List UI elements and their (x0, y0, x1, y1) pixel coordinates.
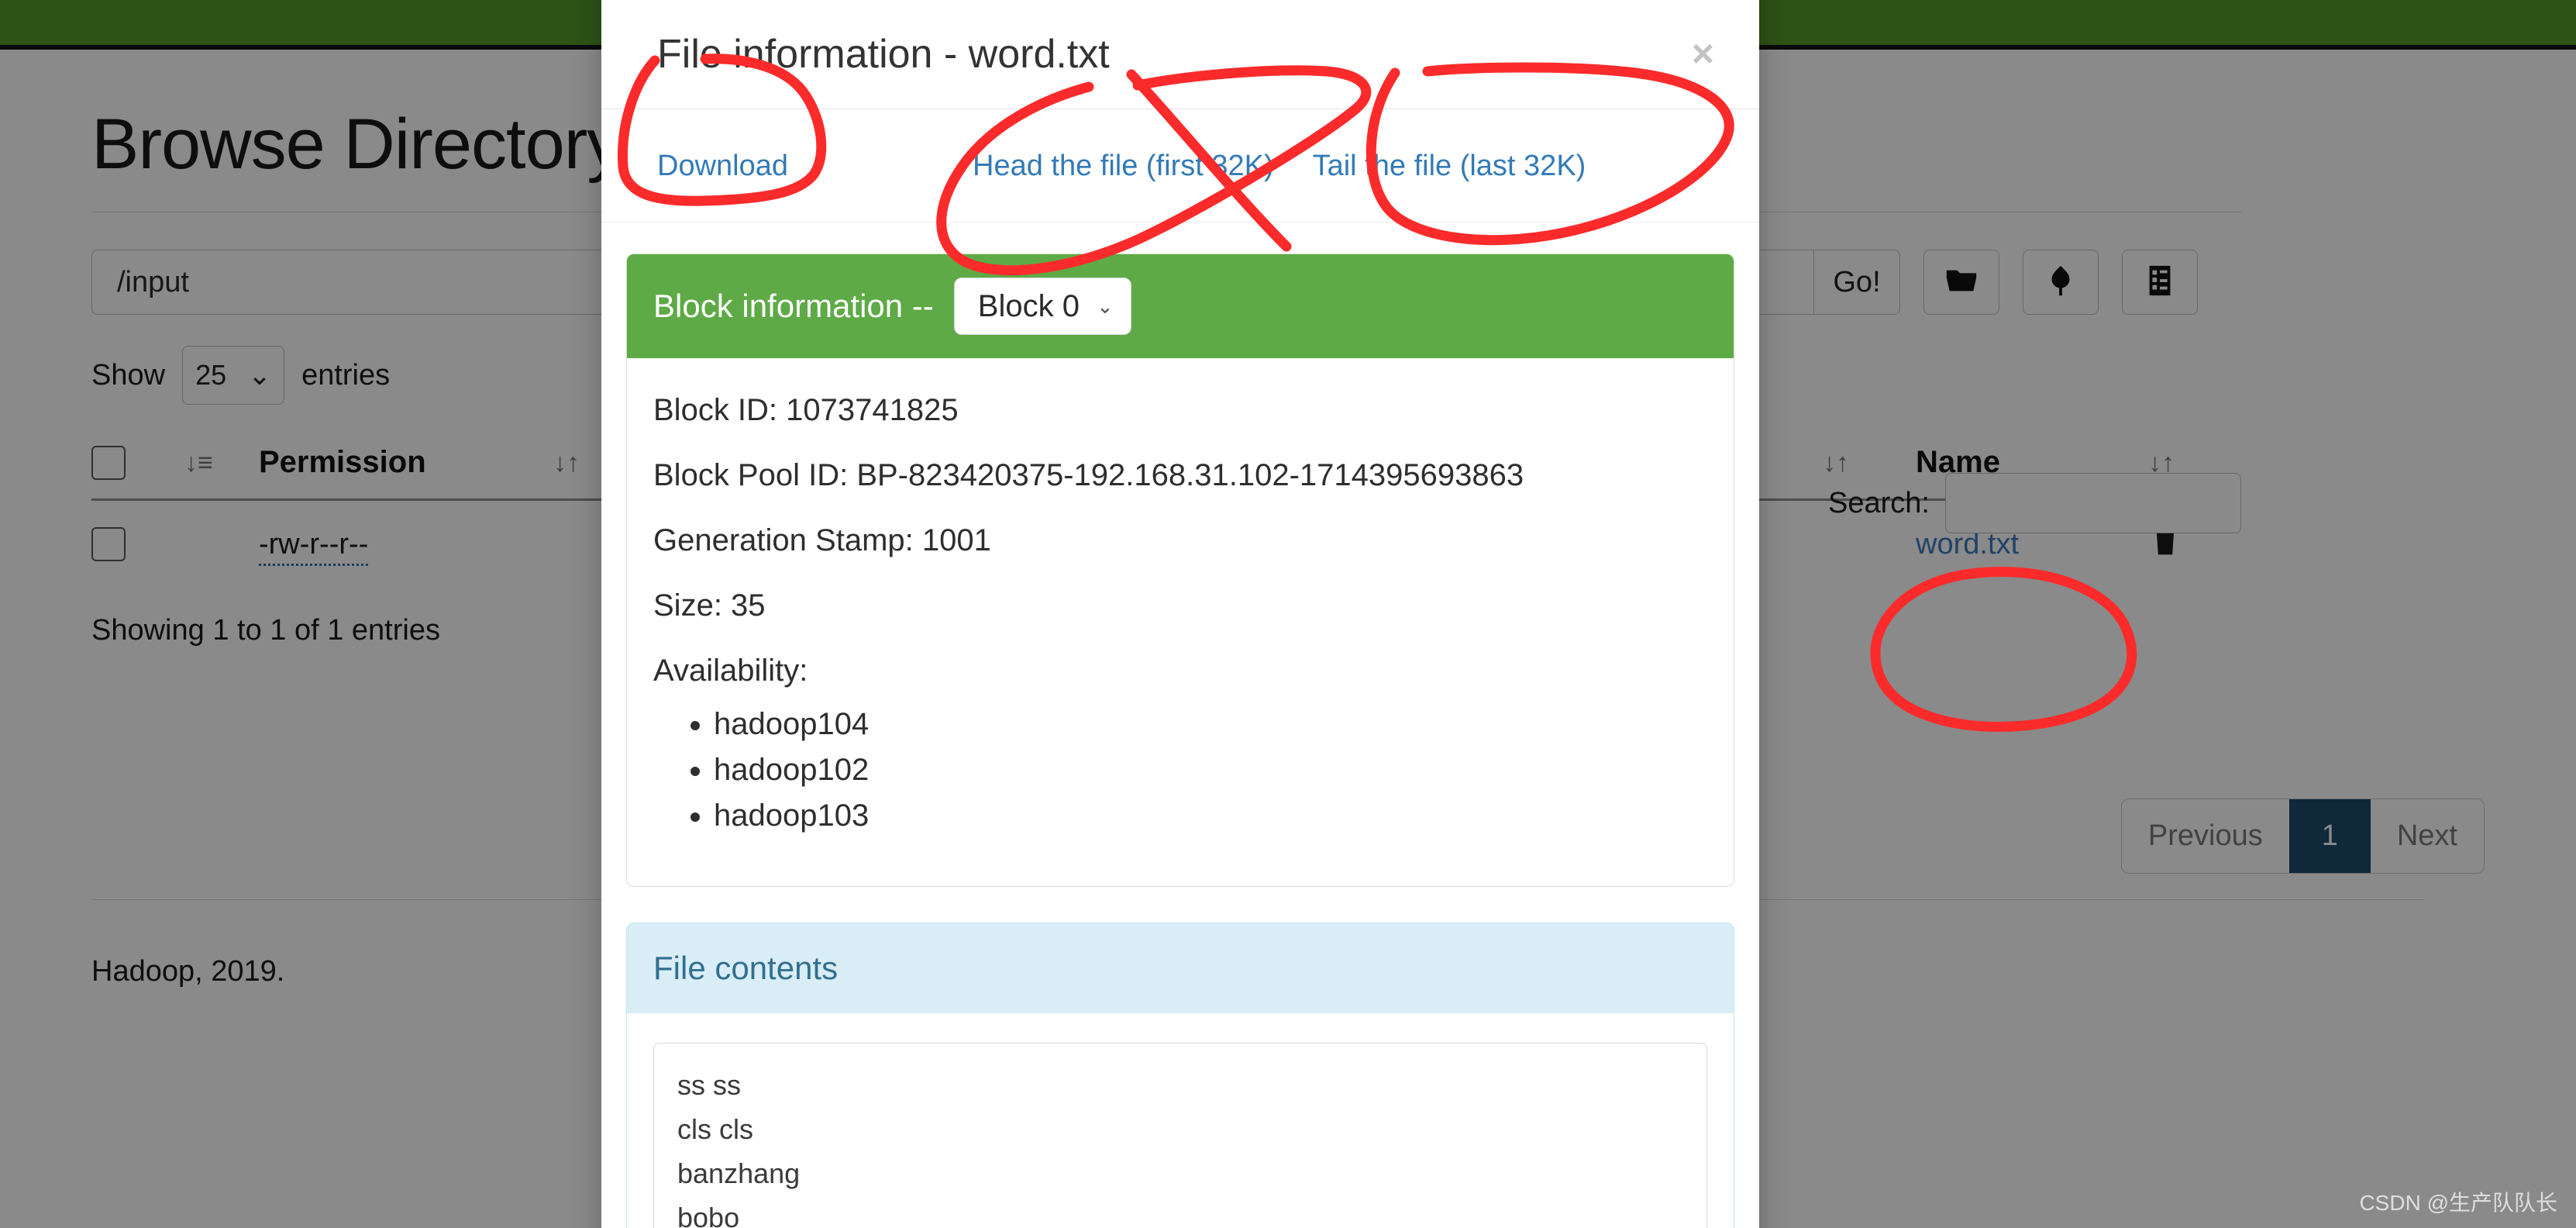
tail-file-link[interactable]: Tail the file (last 32K) (1313, 150, 1586, 183)
list-item: hadoop104 (714, 707, 1707, 742)
nav-link-overview[interactable]: Overview (325, 0, 460, 45)
block-select-value: Block 0 (978, 289, 1080, 324)
block-select[interactable]: Block 0 ⌄ (954, 278, 1131, 335)
availability-list: hadoop104 hadoop102 hadoop103 (714, 707, 1707, 833)
navbar-brand[interactable]: Hadoop (93, 0, 250, 45)
size-text: Size: 35 (653, 586, 1707, 625)
list-item: hadoop102 (714, 753, 1707, 788)
file-contents-header: File contents (627, 923, 1734, 1013)
block-information-panel: Block information -- Block 0 ⌄ Block ID:… (626, 254, 1734, 887)
file-contents-body: ss ss cls cls banzhang bobo yangge (627, 1013, 1734, 1228)
list-item: hadoop103 (714, 799, 1707, 833)
modal-header: File information - word.txt × (601, 0, 1759, 109)
block-information-label: Block information -- (653, 288, 934, 325)
file-contents-textarea[interactable]: ss ss cls cls banzhang bobo yangge (653, 1043, 1707, 1228)
block-panel-body: Block ID: 1073741825 Block Pool ID: BP-8… (627, 358, 1734, 886)
generation-stamp-text: Generation Stamp: 1001 (653, 521, 1707, 560)
block-id-text: Block ID: 1073741825 (653, 391, 1707, 429)
block-panel-header: Block information -- Block 0 ⌄ (627, 254, 1734, 358)
close-icon[interactable]: × (1692, 34, 1714, 73)
download-link[interactable]: Download (601, 150, 788, 183)
csdn-watermark: CSDN @生产队队长 (2359, 1186, 2557, 1217)
modal-title: File information - word.txt (657, 31, 1705, 78)
file-contents-panel: File contents ss ss cls cls banzhang bob… (626, 923, 1734, 1228)
availability-label: Availability: (653, 651, 1707, 690)
chevron-down-icon: ⌄ (1097, 295, 1114, 319)
file-information-modal: File information - word.txt × Download H… (601, 0, 1759, 1228)
modal-action-links: Download Head the file (first 32K) Tail … (601, 109, 1759, 222)
head-file-link[interactable]: Head the file (first 32K) (973, 150, 1274, 183)
page-root: Hadoop Overview Datanodes Browse Directo… (0, 0, 2576, 1228)
block-pool-id-text: Block Pool ID: BP-823420375-192.168.31.1… (653, 456, 1707, 495)
modal-body: Block information -- Block 0 ⌄ Block ID:… (601, 222, 1759, 1228)
